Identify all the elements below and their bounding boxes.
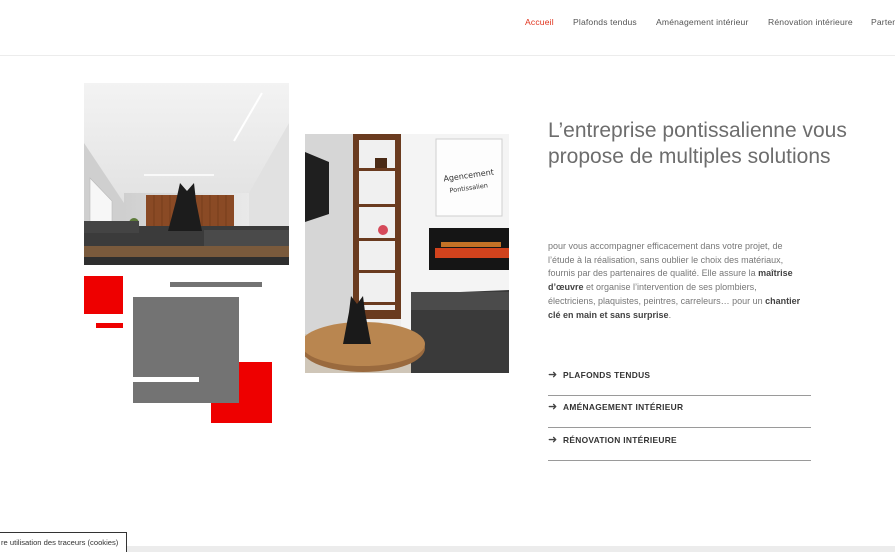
gray-block-decoration — [133, 297, 239, 403]
service-label: RÉNOVATION INTÉRIEURE — [563, 435, 677, 445]
arrow-right-icon: ➜ — [548, 401, 558, 413]
nav-item-accueil[interactable]: Accueil — [525, 17, 554, 27]
nav-item-partenaires[interactable]: Parten — [871, 17, 895, 27]
nav-item-amenagement-interieur[interactable]: Aménagement intérieur — [656, 17, 748, 27]
intro-text-1: pour vous accompagner efficacement dans … — [548, 241, 784, 279]
red-square-decoration — [84, 276, 123, 314]
service-label: PLAFONDS TENDUS — [563, 370, 651, 380]
page-heading: L’entreprise pontissalienne vous propose… — [548, 119, 847, 168]
service-link-renovation-interieure[interactable]: ➜ RÉNOVATION INTÉRIEURE — [548, 431, 811, 461]
footer-strip — [0, 546, 895, 552]
main-nav: Accueil Plafonds tendus Aménagement inté… — [0, 0, 895, 46]
living-room-photo — [84, 83, 289, 265]
cookie-settings-button[interactable]: re utilisation des traceurs (cookies) — [0, 532, 128, 552]
site-header: Accueil Plafonds tendus Aménagement inté… — [0, 0, 895, 56]
service-link-plafonds-tendus[interactable]: ➜ PLAFONDS TENDUS — [548, 366, 811, 396]
arrow-right-icon: ➜ — [548, 369, 558, 381]
white-bar-decoration — [133, 377, 199, 382]
arrow-right-icon: ➜ — [548, 434, 558, 446]
gray-bar-decoration — [170, 282, 262, 287]
service-label: AMÉNAGEMENT INTÉRIEUR — [563, 402, 684, 412]
intro-text-3: . — [668, 309, 672, 320]
nav-item-plafonds-tendus[interactable]: Plafonds tendus — [573, 17, 637, 27]
red-bar-decoration — [96, 323, 123, 328]
intro-paragraph: pour vous accompagner efficacement dans … — [548, 240, 806, 322]
service-link-amenagement-interieur[interactable]: ➜ AMÉNAGEMENT INTÉRIEUR — [548, 398, 811, 428]
nav-item-renovation-interieure[interactable]: Rénovation intérieure — [768, 17, 853, 27]
interior-fireplace-photo: Agencement Pontissalien — [305, 134, 509, 373]
